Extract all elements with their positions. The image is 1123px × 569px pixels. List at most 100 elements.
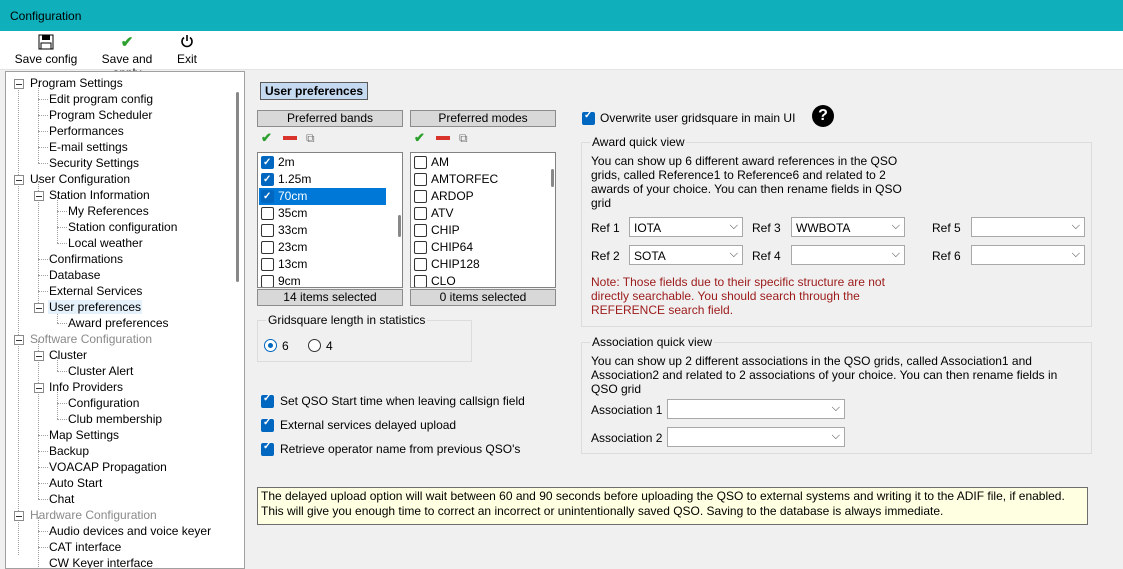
list-item[interactable]: AM [412, 154, 539, 171]
list-item[interactable]: 13cm [259, 256, 386, 273]
tree-item-auto-start[interactable]: Auto Start [49, 476, 102, 490]
item-checkbox[interactable] [261, 188, 274, 205]
tree-item-external-services[interactable]: External Services [49, 284, 142, 298]
collapse-icon[interactable] [14, 511, 24, 521]
collapse-icon[interactable] [14, 79, 24, 89]
tree-item-station-information[interactable]: Station Information [49, 188, 150, 202]
invert-selection-icon[interactable]: ⧉ [306, 131, 315, 146]
help-icon[interactable]: ? [812, 105, 834, 127]
list-item[interactable]: AMTORFEC [412, 171, 539, 188]
preferred-modes-list[interactable]: CLO CHIP128 CHIP64 CHIP ATV ARDOP AMTORFEC AM [410, 152, 556, 288]
ref5-select[interactable]: ⌵ [971, 217, 1085, 237]
collapse-icon[interactable] [34, 351, 44, 361]
collapse-icon[interactable] [34, 383, 44, 393]
item-checkbox[interactable] [414, 241, 427, 254]
exit-button[interactable]: Exit [174, 34, 200, 66]
item-checkbox[interactable] [261, 154, 274, 171]
list-item[interactable]: 70cm [259, 188, 386, 205]
tree-item-chat[interactable]: Chat [49, 492, 74, 506]
tree-item-cluster-alert[interactable]: Cluster Alert [68, 364, 133, 378]
item-checkbox[interactable] [261, 258, 274, 271]
list-item[interactable]: ATV [412, 205, 539, 222]
collapse-icon[interactable] [34, 303, 44, 313]
tree-item-cw-keyer[interactable]: CW Keyer interface [49, 556, 153, 568]
tree-item-audio-devices[interactable]: Audio devices and voice keyer [49, 524, 211, 538]
item-checkbox[interactable] [414, 156, 427, 169]
list-item[interactable]: CHIP64 [412, 239, 539, 256]
bands-scroll-thumb[interactable] [398, 215, 401, 237]
list-item[interactable]: 2m [259, 154, 386, 171]
list-item[interactable]: 23cm [259, 239, 386, 256]
set-qso-start-checkbox[interactable] [261, 393, 274, 408]
external-delayed-checkbox[interactable] [261, 417, 274, 432]
tree-item-hardware-configuration[interactable]: Hardware Configuration [30, 508, 157, 522]
tree-scroll-thumb[interactable] [236, 92, 239, 282]
item-checkbox[interactable] [414, 258, 427, 271]
tree-item-club-membership[interactable]: Club membership [68, 412, 162, 426]
association1-select[interactable]: ⌵ [667, 399, 845, 419]
ref6-select[interactable]: ⌵ [971, 245, 1085, 265]
association2-select[interactable]: ⌵ [667, 427, 845, 447]
list-item[interactable]: CHIP128 [412, 256, 539, 273]
item-checkbox[interactable] [414, 173, 427, 186]
tree-item-database[interactable]: Database [49, 268, 100, 282]
tree-item-award-preferences[interactable]: Award preferences [68, 316, 169, 330]
ref1-select[interactable]: IOTA ⌵ [629, 217, 743, 237]
settings-tree[interactable]: Program Settings Edit program config Pro… [5, 71, 245, 569]
list-item[interactable]: 33cm [259, 222, 386, 239]
gridsquare-4-radio[interactable] [308, 339, 321, 352]
tree-item-performances[interactable]: Performances [49, 124, 124, 138]
list-item[interactable]: ARDOP [412, 188, 539, 205]
list-item[interactable]: 9cm [259, 273, 386, 287]
tree-item-confirmations[interactable]: Confirmations [49, 252, 123, 266]
retrieve-operator-checkbox[interactable] [261, 441, 274, 456]
item-checkbox[interactable] [414, 275, 427, 287]
collapse-icon[interactable] [14, 175, 24, 185]
tree-item-program-scheduler[interactable]: Program Scheduler [49, 108, 152, 122]
tree-item-my-references[interactable]: My References [68, 204, 149, 218]
save-config-button[interactable]: Save config [14, 34, 78, 66]
tree-item-info-providers[interactable]: Info Providers [49, 380, 123, 394]
select-all-icon[interactable]: ✔ [261, 130, 272, 146]
collapse-icon[interactable] [34, 191, 44, 201]
tree-item-configuration[interactable]: Configuration [68, 396, 139, 410]
ref2-select[interactable]: SOTA ⌵ [629, 245, 743, 265]
tree-item-map-settings[interactable]: Map Settings [49, 428, 119, 442]
overwrite-gridsquare-checkbox[interactable] [582, 110, 595, 125]
tree-item-software-configuration[interactable]: Software Configuration [30, 332, 152, 346]
deselect-all-icon[interactable] [283, 136, 297, 140]
tree-item-email-settings[interactable]: E-mail settings [49, 140, 128, 154]
list-item[interactable]: CLO [412, 273, 539, 287]
tree-item-local-weather[interactable]: Local weather [68, 236, 143, 250]
modes-scroll-thumb[interactable] [551, 169, 554, 187]
item-checkbox[interactable] [261, 241, 274, 254]
gridsquare-6-radio[interactable] [264, 339, 277, 352]
tree-item-edit-program-config[interactable]: Edit program config [49, 92, 153, 106]
ref4-select[interactable]: ⌵ [791, 245, 905, 265]
deselect-all-icon[interactable] [436, 136, 450, 140]
item-checkbox[interactable] [414, 207, 427, 220]
invert-selection-icon[interactable]: ⧉ [459, 131, 468, 146]
item-checkbox[interactable] [261, 224, 274, 237]
list-item[interactable]: CHIP [412, 222, 539, 239]
item-checkbox[interactable] [261, 275, 274, 287]
item-checkbox[interactable] [414, 224, 427, 237]
tree-item-backup[interactable]: Backup [49, 444, 89, 458]
item-checkbox[interactable] [414, 190, 427, 203]
list-item[interactable]: 1.25m [259, 171, 386, 188]
tree-item-program-settings[interactable]: Program Settings [30, 76, 123, 90]
item-checkbox[interactable] [261, 171, 274, 188]
tree-item-station-configuration[interactable]: Station configuration [68, 220, 177, 234]
preferred-bands-list[interactable]: 9cm 13cm 23cm 33cm 35cm 70cm 1.25m 2m [257, 152, 403, 288]
tree-item-voacap[interactable]: VOACAP Propagation [49, 460, 167, 474]
tree-item-user-preferences[interactable]: User preferences [48, 300, 143, 314]
tree-item-user-configuration[interactable]: User Configuration [30, 172, 130, 186]
tree-item-cluster[interactable]: Cluster [49, 348, 87, 362]
select-all-icon[interactable]: ✔ [414, 130, 425, 146]
tree-item-cat-interface[interactable]: CAT interface [49, 540, 121, 554]
list-item[interactable]: 35cm [259, 205, 386, 222]
item-checkbox[interactable] [261, 207, 274, 220]
collapse-icon[interactable] [14, 335, 24, 345]
ref3-select[interactable]: WWBOTA ⌵ [791, 217, 905, 237]
tree-scrollbar[interactable] [233, 72, 243, 568]
